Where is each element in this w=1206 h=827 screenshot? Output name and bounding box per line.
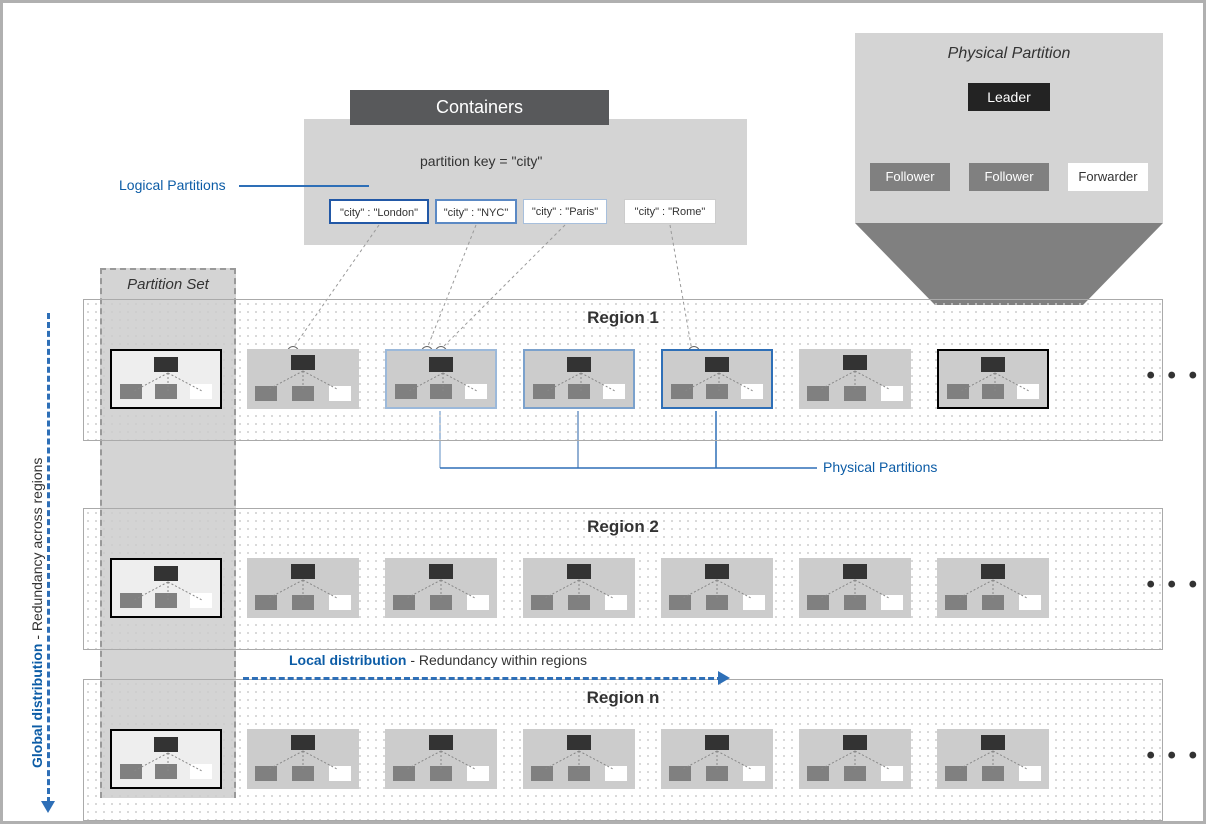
physical-partition-card: Physical Partition Leader Follower Follo… [855, 33, 1163, 223]
mini-arrows [247, 729, 359, 789]
mini-arrows [937, 558, 1049, 618]
mini-arrows [937, 729, 1049, 789]
global-distribution-arrow-line [47, 313, 50, 803]
physical-partition-mini [661, 729, 773, 789]
physical-partitions-label: Physical Partitions [823, 459, 937, 475]
mini-arrows [112, 731, 224, 791]
physical-partition-mini [110, 349, 222, 409]
local-distribution-bold: Local distribution [289, 652, 406, 668]
physical-partition-mini [937, 349, 1049, 409]
physical-partition-mini [247, 729, 359, 789]
physical-partition-mini [110, 729, 222, 789]
physical-partition-mini [937, 729, 1049, 789]
mini-arrows [799, 729, 911, 789]
diagram-frame: Containers partition key = "city" Logica… [0, 0, 1206, 824]
region-title: Region n [84, 688, 1162, 708]
physical-partition-mini [661, 558, 773, 618]
physical-partition-mini [523, 729, 635, 789]
global-distribution-bold: Global distribution [29, 644, 45, 768]
physical-partition-mini [385, 349, 497, 409]
region-title: Region 2 [84, 517, 1162, 537]
mini-arrows [247, 558, 359, 618]
mini-arrows [939, 351, 1051, 411]
local-distribution-arrow-head [718, 671, 730, 685]
local-distribution-rest: - Redundancy within regions [410, 652, 587, 668]
physical-partition-mini [661, 349, 773, 409]
local-distribution-arrow-line [243, 677, 723, 680]
physical-partition-mini [523, 558, 635, 618]
city-box-paris: "city" : "Paris" [523, 199, 607, 224]
mini-arrows [661, 558, 773, 618]
ellipsis-icon: • • • [1146, 362, 1200, 390]
mini-arrows [799, 349, 911, 409]
physical-partition-mini [799, 558, 911, 618]
partition-set-label: Partition Set [102, 276, 234, 293]
mini-arrows [523, 729, 635, 789]
follower-box: Follower [969, 163, 1049, 191]
logical-partitions-line [239, 185, 369, 187]
physical-partition-mini [247, 558, 359, 618]
physical-partition-mini [385, 729, 497, 789]
logical-partitions-label: Logical Partitions [119, 177, 226, 193]
mini-arrows [247, 349, 359, 409]
city-box-london: "city" : "London" [329, 199, 429, 224]
mini-arrows [112, 560, 224, 620]
physical-partition-mini [385, 558, 497, 618]
physical-partition-mini [799, 349, 911, 409]
containers-card [304, 119, 747, 245]
physical-partition-mini [110, 558, 222, 618]
mini-arrows [385, 729, 497, 789]
mini-arrows [661, 729, 773, 789]
physical-partition-title: Physical Partition [855, 45, 1163, 63]
physical-partition-mini [937, 558, 1049, 618]
mini-arrows [799, 558, 911, 618]
mini-arrows [387, 351, 499, 411]
global-distribution-arrow-head [41, 801, 55, 813]
city-box-nyc: "city" : "NYC" [435, 199, 517, 224]
global-distribution-label: Global distribution - Redundancy across … [29, 458, 45, 768]
partition-key-label: partition key = "city" [420, 153, 542, 169]
containers-title: Containers [350, 90, 609, 125]
ellipsis-icon: • • • [1146, 742, 1200, 770]
global-distribution-rest: - Redundancy across regions [29, 458, 45, 640]
region-title: Region 1 [84, 308, 1162, 328]
mini-arrows [525, 351, 637, 411]
mini-arrows [112, 351, 224, 411]
physical-partition-mini [523, 349, 635, 409]
mini-arrows [523, 558, 635, 618]
mini-arrows [663, 351, 775, 411]
follower-box: Follower [870, 163, 950, 191]
city-box-rome: "city" : "Rome" [624, 199, 716, 224]
zoom-wedge [855, 223, 1163, 305]
physical-partition-mini [247, 349, 359, 409]
ellipsis-icon: • • • [1146, 571, 1200, 599]
mini-arrows [385, 558, 497, 618]
leader-box: Leader [968, 83, 1050, 111]
physical-partition-mini [799, 729, 911, 789]
forwarder-box: Forwarder [1068, 163, 1148, 191]
local-distribution-label: Local distribution - Redundancy within r… [289, 652, 587, 668]
